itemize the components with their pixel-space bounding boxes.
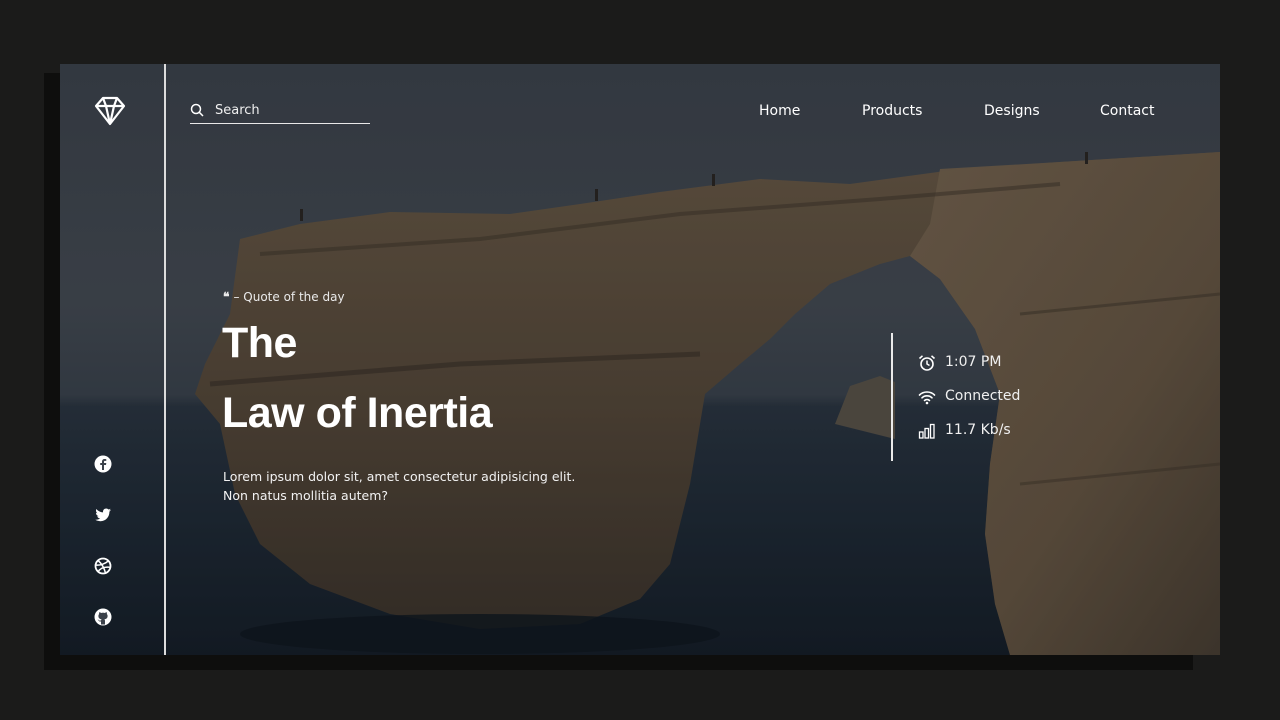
nav-designs[interactable]: Designs [984,103,1040,119]
sidebar-divider [164,64,166,655]
hero-card: Home Products Designs Contact ❝– Quote o… [60,64,1220,655]
status-connection-text: Connected [945,388,1021,404]
nav-home[interactable]: Home [759,103,800,119]
search-bar [190,100,370,124]
github-icon[interactable] [94,608,112,626]
quote-label: ❝ – Quote of the day [223,290,345,304]
search-input[interactable] [215,100,365,120]
quote-icon: ❝ [223,290,230,304]
alarm-clock-icon [918,355,936,371]
hero-title-line1: The [222,319,297,367]
hero-description-line2: Non natus mollitia autem? [223,488,389,503]
facebook-icon[interactable] [94,455,112,473]
hero-description: Lorem ipsum dolor sit, amet consectetur … [223,467,603,505]
hero-description-line1: Lorem ipsum dolor sit, amet consectetur … [223,469,576,484]
diamond-icon[interactable] [94,95,126,127]
status-time-text: 1:07 PM [945,354,1002,370]
search-icon [190,103,204,117]
quote-label-text: – Quote of the day [233,290,345,304]
nav-products[interactable]: Products [862,103,922,119]
signal-bars-icon [918,423,935,439]
dribbble-icon[interactable] [94,557,112,575]
status-speed-text: 11.7 Kb/s [945,422,1011,438]
hero-title-line2: Law of Inertia [222,389,493,437]
twitter-icon[interactable] [94,506,112,524]
status-divider [891,333,893,461]
nav-contact[interactable]: Contact [1100,103,1154,119]
wifi-icon [918,391,936,405]
